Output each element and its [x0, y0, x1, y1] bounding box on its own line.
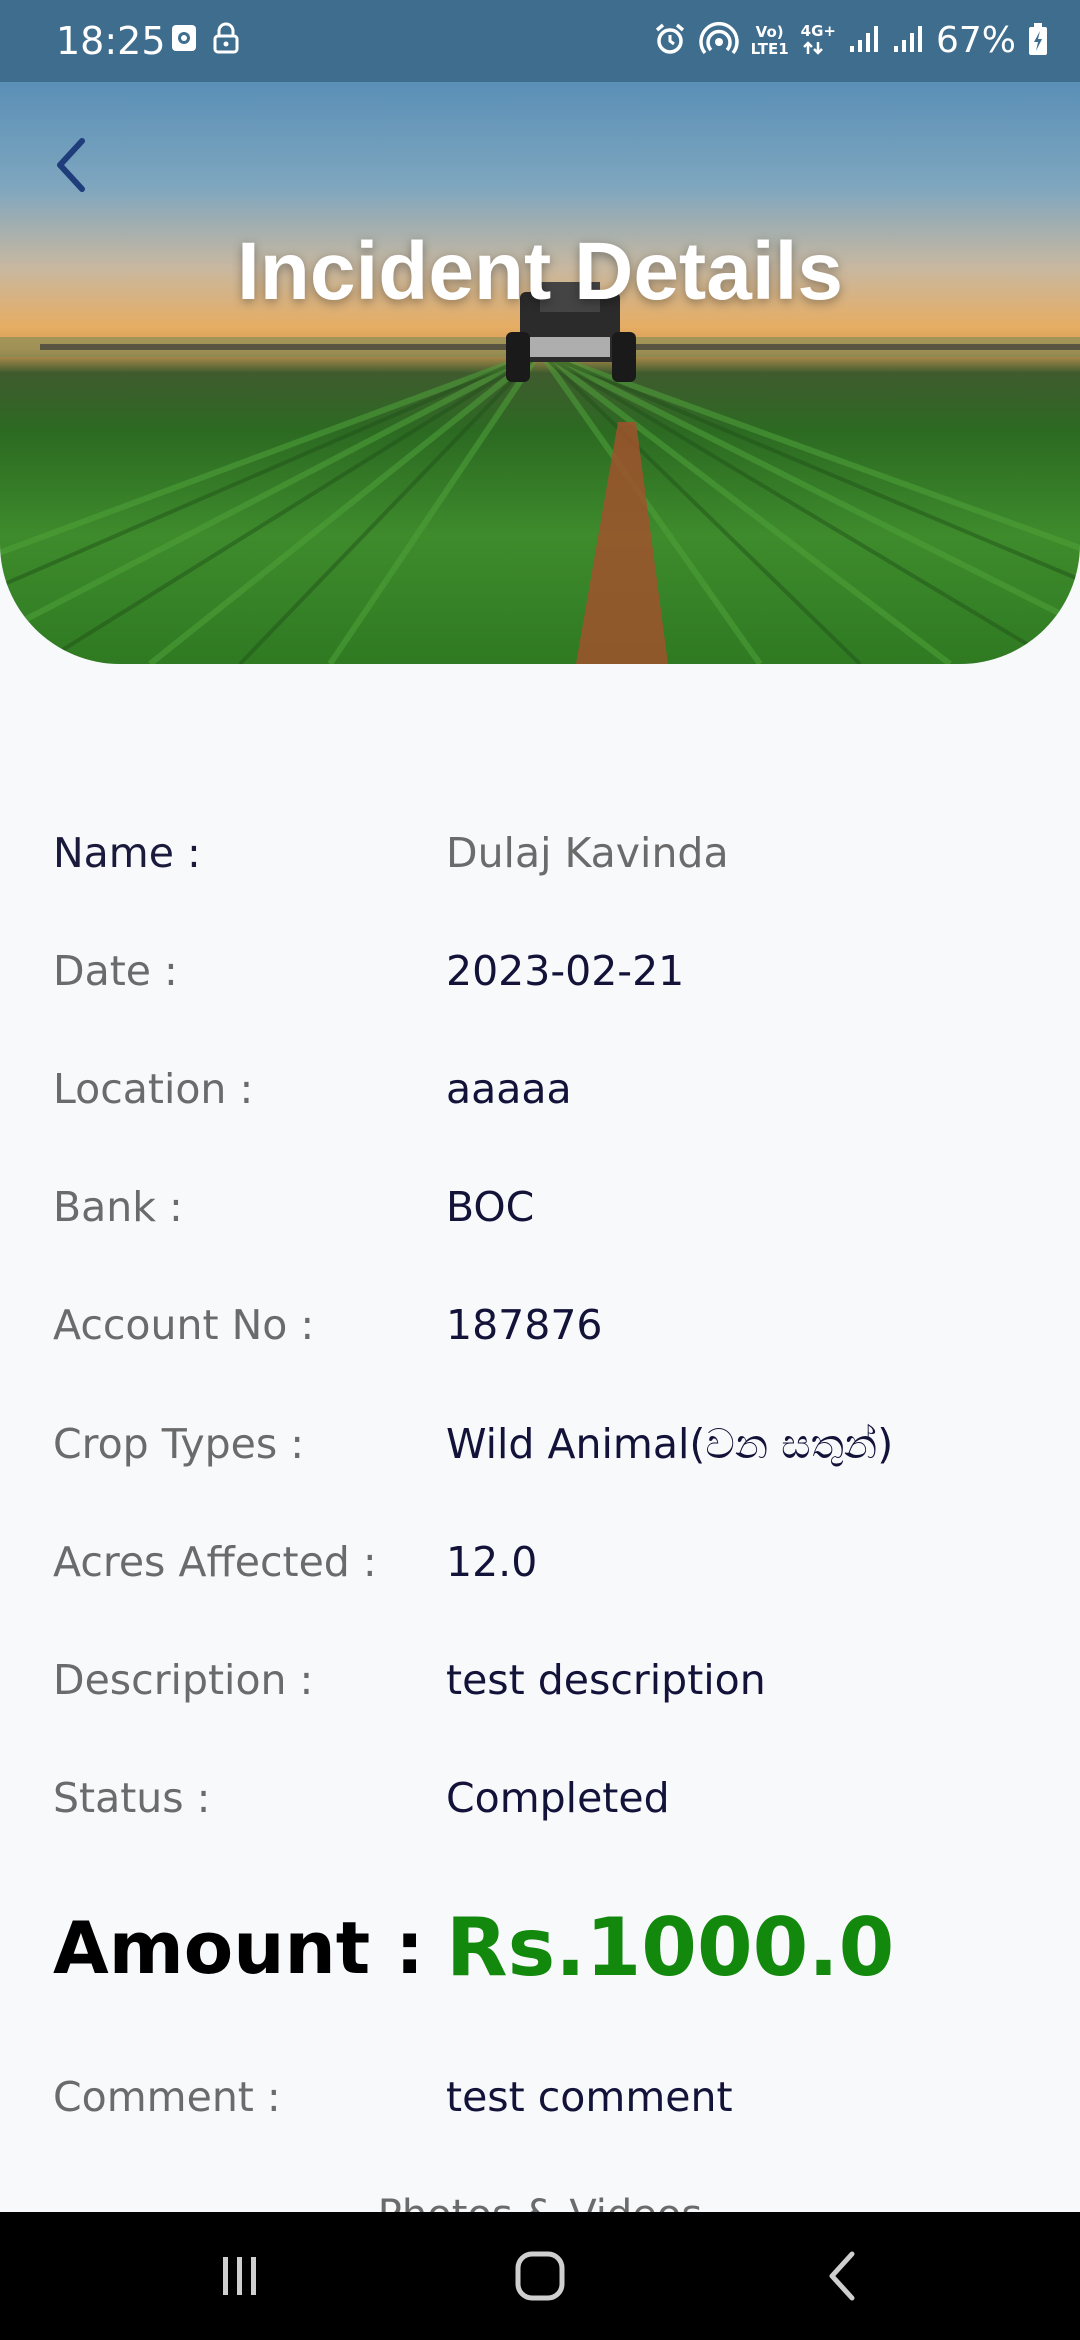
amount-value: Rs.1000.0 — [446, 1901, 895, 1994]
recent-apps-button[interactable] — [180, 2236, 300, 2316]
detail-row-description: Description : test description — [0, 1640, 1080, 1720]
battery-charging-icon — [1028, 22, 1048, 60]
signal-icon — [892, 24, 924, 58]
comment-value: test comment — [446, 2073, 733, 2121]
nav-back-button[interactable] — [782, 2236, 902, 2316]
detail-label: Name : — [53, 829, 201, 877]
volte-top-text: Vo) — [755, 23, 784, 41]
detail-label: Acres Affected : — [53, 1538, 377, 1586]
detail-row-name: Name : Dulaj Kavinda — [0, 813, 1080, 893]
amount-row: Amount : Rs.1000.0 — [0, 1888, 1080, 2008]
detail-value: BOC — [446, 1183, 535, 1231]
detail-label: Date : — [53, 947, 178, 995]
page-title: Incident Details — [236, 226, 844, 317]
comment-label: Comment : — [53, 2073, 281, 2121]
back-icon — [829, 2251, 855, 2301]
detail-label: Bank : — [53, 1183, 183, 1231]
alarm-icon — [653, 22, 687, 60]
signal-icon — [848, 24, 880, 58]
detail-value: Completed — [446, 1774, 670, 1822]
status-time: 18:25 — [56, 19, 166, 63]
lock-icon — [212, 22, 240, 58]
detail-value: 187876 — [446, 1301, 603, 1349]
detail-value: test description — [446, 1656, 766, 1704]
recent-apps-icon — [223, 2257, 256, 2295]
detail-label: Description : — [53, 1656, 314, 1704]
status-bar: 18:25 Vo) LTE1 4G+ 67% — [0, 0, 1080, 82]
hotspot-icon — [698, 22, 739, 60]
data-4g-icon: 4G+ — [800, 21, 836, 60]
detail-value: 2023-02-21 — [446, 947, 685, 995]
home-icon — [515, 2251, 565, 2301]
detail-label: Location : — [53, 1065, 254, 1113]
back-button[interactable] — [40, 130, 100, 200]
data-4g-text: 4G+ — [800, 21, 836, 40]
screenshot-icon — [170, 23, 198, 57]
detail-value: 12.0 — [446, 1538, 538, 1586]
farm-field-image — [0, 282, 1080, 664]
detail-row-account: Account No : 187876 — [0, 1285, 1080, 1365]
detail-label: Crop Types : — [53, 1420, 305, 1468]
amount-label: Amount : — [53, 1906, 425, 1990]
detail-row-bank: Bank : BOC — [0, 1167, 1080, 1247]
chevron-left-icon — [57, 138, 85, 192]
detail-row-location: Location : aaaaa — [0, 1049, 1080, 1129]
detail-row-crop-types: Crop Types : Wild Animal(වන සතුන්) — [0, 1404, 1080, 1484]
navigation-bar — [0, 2212, 1080, 2340]
detail-value: aaaaa — [446, 1065, 572, 1113]
battery-percent: 67% — [935, 20, 1016, 61]
volte-icon: Vo) LTE1 — [751, 24, 789, 58]
detail-label: Account No : — [53, 1301, 315, 1349]
volte-bottom-text: LTE1 — [750, 40, 789, 58]
detail-row-acres: Acres Affected : 12.0 — [0, 1522, 1080, 1602]
detail-label: Status : — [53, 1774, 211, 1822]
header-banner: Incident Details — [0, 82, 1080, 664]
detail-value: Dulaj Kavinda — [446, 829, 729, 877]
home-button[interactable] — [480, 2236, 600, 2316]
detail-row-date: Date : 2023-02-21 — [0, 931, 1080, 1011]
detail-row-comment: Comment : test comment — [0, 2057, 1080, 2137]
detail-value: Wild Animal(වන සතුන්) — [446, 1420, 894, 1468]
detail-row-status: Status : Completed — [0, 1758, 1080, 1838]
